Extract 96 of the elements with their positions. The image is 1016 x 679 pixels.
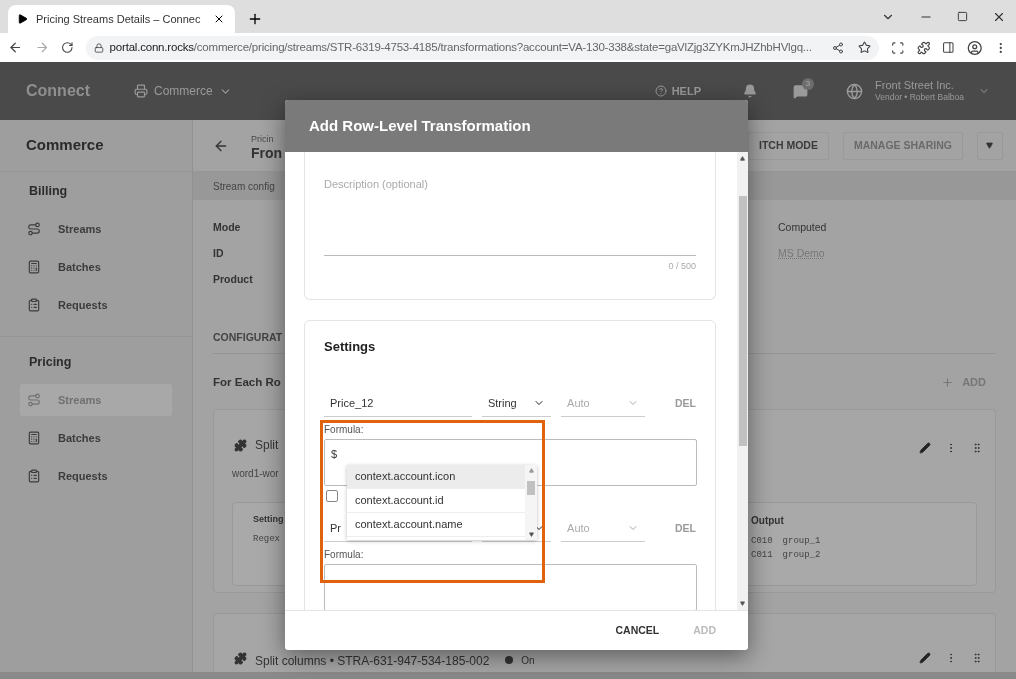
section-title: Pricing (28, 353, 73, 371)
clipboard-icon (27, 469, 41, 483)
precision-select[interactable]: Auto (561, 515, 645, 542)
drag-handle-icon[interactable] (971, 442, 983, 454)
detail-label: Mode (213, 220, 242, 236)
horizontal-scrollbar[interactable] (0, 672, 1016, 679)
detail-value: Computed (778, 220, 828, 236)
caret-icon (986, 142, 994, 149)
clipboard-icon (27, 298, 41, 312)
precision-select[interactable]: Auto (561, 390, 645, 417)
address-bar[interactable]: portal.conn.rocks/commerce/pricing/streams/STR-6319-4753-4185/transformations?account=VA-130-338&state=gaVlZjg3ZYKmJHZhbHVlgq... (85, 35, 880, 60)
help-icon (654, 85, 667, 97)
triangle-icon (18, 14, 28, 24)
formula-label: Formula: (324, 547, 365, 562)
suggestion-item[interactable]: context.account.icon (347, 465, 525, 489)
name-field[interactable]: Price_12 (324, 390, 472, 417)
account-role: Vendor • Robert Balboa (875, 91, 964, 103)
suggestion-item[interactable]: context.account.name (347, 513, 525, 537)
output-group: group_1 (782, 534, 821, 548)
url-text: portal.conn.rocks/commerce/pricing/streams/STR-6319-4753-4185/transformations?account=VA-130-338&state=gaVlZjg3ZYKmJHZhbHVlgq... (109, 39, 813, 55)
section-title: Billing (28, 182, 69, 200)
delete-button[interactable]: DEL (675, 515, 696, 542)
type-select[interactable]: String (481, 390, 552, 417)
edit-icon[interactable] (919, 442, 931, 454)
module-selector[interactable]: Commerce (134, 82, 232, 100)
scroll-down-icon[interactable] (740, 601, 745, 606)
reload-icon[interactable] (61, 41, 74, 54)
sidebar-title: Commerce (26, 135, 104, 156)
output-group: group_2 (782, 548, 821, 562)
close-icon[interactable] (213, 13, 225, 25)
settings-title: Settings (324, 338, 377, 356)
register-icon (134, 84, 148, 98)
app-logo[interactable]: Connect (26, 79, 90, 103)
scroll-thumb[interactable] (738, 196, 747, 446)
scrollbar[interactable] (737, 152, 748, 610)
page-title: Fron (251, 145, 283, 160)
sidebar-item[interactable]: Requests (20, 460, 172, 492)
tab-title: Pricing Streams Details – Connec (36, 11, 202, 27)
share-icon[interactable] (832, 41, 845, 54)
breadcrumb-link[interactable]: Pricin (251, 131, 283, 146)
section-tab[interactable]: CONFIGURAT (213, 329, 283, 346)
sidebar-item[interactable]: Streams (20, 213, 172, 245)
suggestion-item[interactable]: context.account.id (347, 489, 525, 513)
edit-icon[interactable] (919, 652, 931, 664)
scroll-up-icon[interactable] (740, 156, 745, 161)
cancel-button[interactable]: CANCEL (615, 622, 660, 639)
detail-label: Product (213, 272, 254, 288)
account-name[interactable]: Front Street Inc. (875, 79, 964, 91)
formula-label: Formula: (324, 422, 365, 437)
output-heading: Output (751, 514, 785, 528)
card-subtitle: word1-wor (232, 467, 279, 481)
card-title: Split (255, 437, 279, 454)
puzzle-icon (234, 652, 247, 665)
back-icon[interactable] (8, 40, 23, 55)
tab-label[interactable]: Stream config (213, 178, 275, 194)
drag-handle-icon[interactable] (971, 652, 983, 664)
description-field[interactable]: Description (optional) (324, 176, 696, 256)
sidebar-item[interactable]: Batches (20, 422, 172, 454)
output-code: C010 (751, 535, 773, 548)
maximize-icon[interactable] (957, 11, 968, 22)
route-icon (27, 393, 41, 407)
card-title: Split columns • STRA-631-947-534-185-002 (255, 653, 490, 670)
bookmark-star-icon[interactable] (858, 41, 872, 54)
notifications-icon[interactable] (743, 84, 757, 98)
avatar-icon[interactable] (967, 39, 983, 56)
dialog-title: Add Row-Level Transformation (309, 115, 531, 136)
sidebar-item[interactable]: Streams (20, 384, 172, 416)
browser-tab[interactable]: Pricing Streams Details – Connec (8, 5, 235, 33)
char-counter: 0 / 500 (668, 260, 696, 273)
scroll-down-icon[interactable] (528, 532, 534, 537)
calculator-icon (27, 260, 41, 274)
new-tab-icon[interactable] (247, 11, 263, 27)
sidebar-item[interactable]: Batches (20, 251, 172, 283)
action-button[interactable]: ITCH MODE (748, 131, 829, 160)
checkbox[interactable] (326, 489, 338, 502)
dropdown-button[interactable] (976, 131, 1003, 160)
puzzle-icon (234, 438, 247, 452)
extensions-icon[interactable] (916, 40, 931, 55)
settings-heading: Setting (253, 513, 285, 526)
scroll-thumb[interactable] (527, 480, 535, 495)
side-panel-icon[interactable] (942, 41, 955, 54)
calculator-icon (27, 431, 41, 445)
detail-label: ID (213, 246, 225, 262)
route-icon (27, 222, 41, 236)
scan-icon[interactable] (891, 40, 905, 55)
globe-icon[interactable] (846, 82, 863, 100)
section-heading: For Each Ro (212, 374, 282, 390)
plus-icon (941, 376, 955, 389)
lock-icon (93, 42, 104, 53)
status-label: On (521, 654, 535, 668)
help-button[interactable]: HELP (654, 82, 701, 100)
delete-button[interactable]: DEL (675, 390, 696, 417)
output-code: C011 (751, 549, 773, 562)
sidebar-item[interactable]: Requests (20, 289, 172, 321)
scrollbar[interactable] (525, 465, 537, 540)
settings-value: Regex (253, 532, 281, 546)
